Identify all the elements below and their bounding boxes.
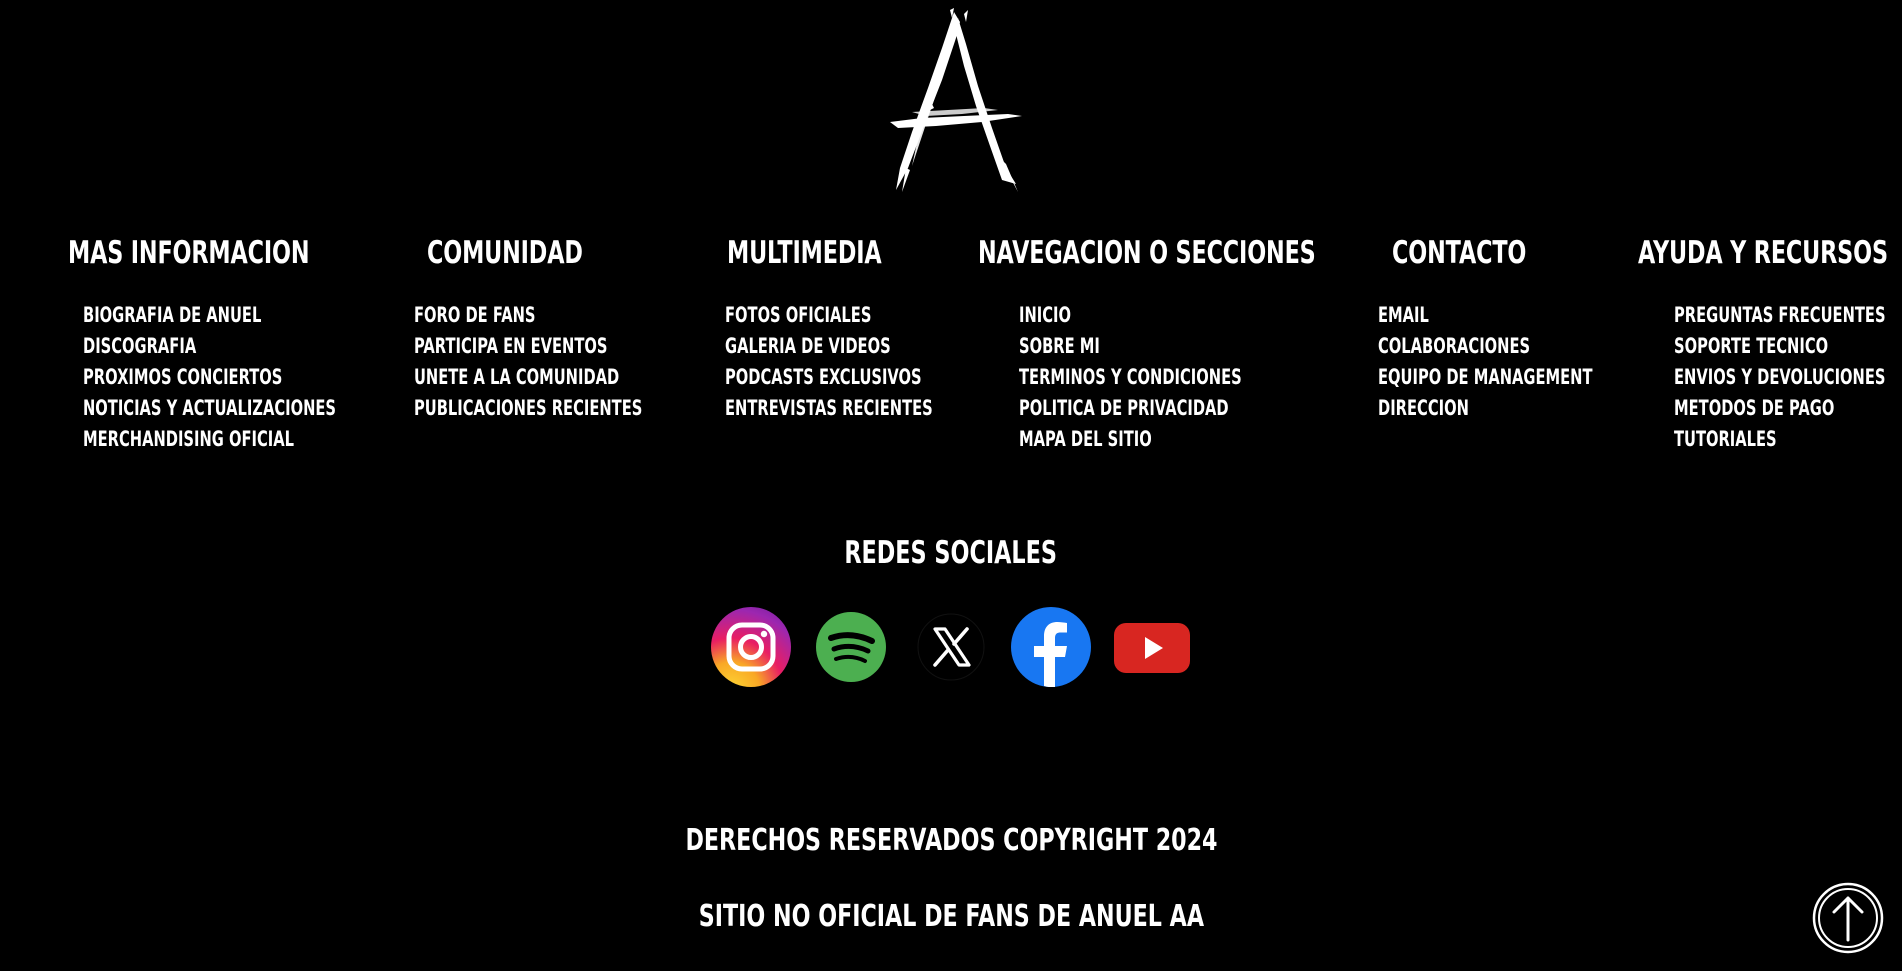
link-sobre-mi[interactable]: SOBRE MI	[1019, 331, 1100, 362]
link-foro-de-fans[interactable]: FORO DE FANS	[414, 300, 535, 331]
list-item: UNETE A LA COMUNIDAD	[414, 362, 740, 393]
link-envios[interactable]: ENVIOS Y DEVOLUCIONES	[1674, 362, 1885, 393]
list-item: PREGUNTAS FRECUENTES	[1674, 300, 1902, 331]
list-item: TERMINOS Y CONDICIONES	[1019, 362, 1337, 393]
link-galeria-videos[interactable]: GALERIA DE VIDEOS	[725, 331, 891, 362]
list-item: PARTICIPA EN EVENTOS	[414, 331, 740, 362]
facebook-icon[interactable]	[1011, 607, 1091, 687]
list-item: GALERIA DE VIDEOS	[725, 331, 1022, 362]
x-twitter-icon[interactable]	[911, 607, 991, 687]
list-item: POLITICA DE PRIVACIDAD	[1019, 393, 1337, 424]
youtube-icon[interactable]	[1112, 607, 1192, 687]
link-participa-eventos[interactable]: PARTICIPA EN EVENTOS	[414, 331, 607, 362]
back-to-top-button[interactable]	[1812, 882, 1884, 954]
link-list: EMAIL COLABORACIONES EQUIPO DE MANAGEMEN…	[1378, 300, 1684, 424]
list-item: FORO DE FANS	[414, 300, 740, 331]
list-item: ENTREVISTAS RECIENTES	[725, 393, 1022, 424]
link-privacidad[interactable]: POLITICA DE PRIVACIDAD	[1019, 393, 1229, 424]
list-item: DISCOGRAFIA	[83, 331, 444, 362]
unofficial-site-text: SITIO NO OFICIAL DE FANS DE ANUEL AA	[0, 894, 1902, 940]
column-title: CONTACTO	[1392, 235, 1527, 271]
link-mapa-sitio[interactable]: MAPA DEL SITIO	[1019, 424, 1152, 455]
copyright-text: DERECHOS RESERVADOS COPYRIGHT 2024	[0, 818, 1902, 864]
link-terminos[interactable]: TERMINOS Y CONDICIONES	[1019, 362, 1242, 393]
link-fotos-oficiales[interactable]: FOTOS OFICIALES	[725, 300, 871, 331]
link-soporte-tecnico[interactable]: SOPORTE TECNICO	[1674, 331, 1828, 362]
column-title: COMUNIDAD	[427, 235, 583, 271]
link-list: PREGUNTAS FRECUENTES SOPORTE TECNICO ENV…	[1674, 300, 1902, 455]
link-preguntas-frecuentes[interactable]: PREGUNTAS FRECUENTES	[1674, 300, 1886, 331]
list-item: METODOS DE PAGO	[1674, 393, 1902, 424]
list-item: EQUIPO DE MANAGEMENT	[1378, 362, 1684, 393]
link-podcasts[interactable]: PODCASTS EXCLUSIVOS	[725, 362, 922, 393]
list-item: FOTOS OFICIALES	[725, 300, 1022, 331]
list-item: MERCHANDISING OFICIAL	[83, 424, 444, 455]
column-title: MAS INFORMACION	[68, 235, 310, 271]
list-item: INICIO	[1019, 300, 1337, 331]
link-colaboraciones[interactable]: COLABORACIONES	[1378, 331, 1530, 362]
link-entrevistas[interactable]: ENTREVISTAS RECIENTES	[725, 393, 933, 424]
unofficial-label: SITIO NO OFICIAL DE FANS DE ANUEL AA	[698, 899, 1204, 934]
link-list: INICIO SOBRE MI TERMINOS Y CONDICIONES P…	[1019, 300, 1337, 455]
link-list: FOTOS OFICIALES GALERIA DE VIDEOS PODCAS…	[725, 300, 1022, 424]
link-metodos-pago[interactable]: METODOS DE PAGO	[1674, 393, 1834, 424]
link-biografia[interactable]: BIOGRAFIA DE ANUEL	[83, 300, 261, 331]
arrow-up-circle-icon	[1812, 882, 1884, 954]
site-footer: MAS INFORMACION BIOGRAFIA DE ANUEL DISCO…	[0, 0, 1902, 971]
link-merchandising[interactable]: MERCHANDISING OFICIAL	[83, 424, 294, 455]
list-item: COLABORACIONES	[1378, 331, 1684, 362]
list-item: PROXIMOS CONCIERTOS	[83, 362, 444, 393]
column-title: NAVEGACION O SECCIONES	[978, 235, 1316, 271]
social-title: REDES SOCIALES	[0, 530, 1902, 576]
list-item: MAPA DEL SITIO	[1019, 424, 1337, 455]
list-item: PUBLICACIONES RECIENTES	[414, 393, 740, 424]
link-inicio[interactable]: INICIO	[1019, 300, 1071, 331]
link-proximos-conciertos[interactable]: PROXIMOS CONCIERTOS	[83, 362, 282, 393]
link-tutoriales[interactable]: TUTORIALES	[1674, 424, 1777, 455]
column-title: MULTIMEDIA	[727, 235, 882, 271]
instagram-icon[interactable]	[711, 607, 791, 687]
list-item: PODCASTS EXCLUSIVOS	[725, 362, 1022, 393]
column-title: AYUDA Y RECURSOS	[1638, 235, 1888, 271]
social-title-text: REDES SOCIALES	[844, 535, 1058, 571]
list-item: TUTORIALES	[1674, 424, 1902, 455]
link-direccion[interactable]: DIRECCION	[1378, 393, 1469, 424]
list-item: BIOGRAFIA DE ANUEL	[83, 300, 444, 331]
list-item: NOTICIAS Y ACTUALIZACIONES	[83, 393, 444, 424]
link-discografia[interactable]: DISCOGRAFIA	[83, 331, 196, 362]
copyright-label: DERECHOS RESERVADOS COPYRIGHT 2024	[684, 823, 1218, 858]
list-item: EMAIL	[1378, 300, 1684, 331]
link-list: FORO DE FANS PARTICIPA EN EVENTOS UNETE …	[414, 300, 740, 424]
spotify-icon[interactable]	[811, 607, 891, 687]
link-unete-comunidad[interactable]: UNETE A LA COMUNIDAD	[414, 362, 619, 393]
list-item: DIRECCION	[1378, 393, 1684, 424]
list-item: SOBRE MI	[1019, 331, 1337, 362]
link-noticias[interactable]: NOTICIAS Y ACTUALIZACIONES	[83, 393, 336, 424]
anuel-aa-logo-icon[interactable]	[872, 8, 1032, 193]
link-list: BIOGRAFIA DE ANUEL DISCOGRAFIA PROXIMOS …	[83, 300, 444, 455]
link-email[interactable]: EMAIL	[1378, 300, 1429, 331]
list-item: ENVIOS Y DEVOLUCIONES	[1674, 362, 1902, 393]
list-item: SOPORTE TECNICO	[1674, 331, 1902, 362]
link-publicaciones[interactable]: PUBLICACIONES RECIENTES	[414, 393, 642, 424]
link-equipo-management[interactable]: EQUIPO DE MANAGEMENT	[1378, 362, 1592, 393]
